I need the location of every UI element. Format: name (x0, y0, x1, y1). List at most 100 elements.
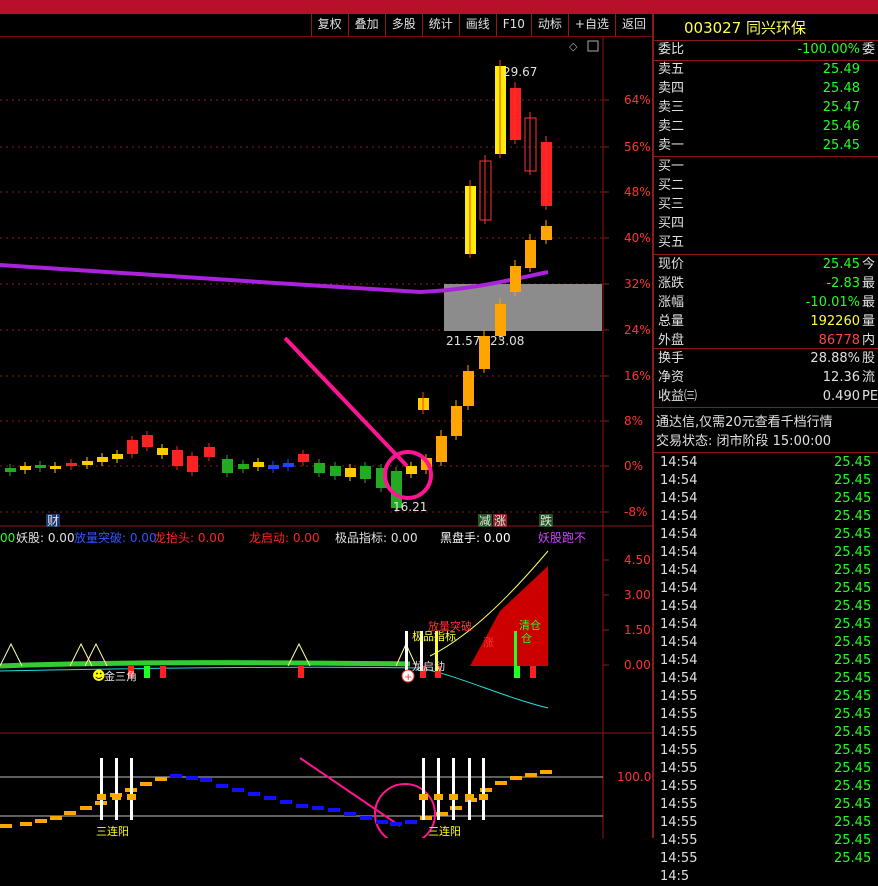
bottom-step (510, 776, 522, 780)
bottom-step (280, 800, 292, 804)
bottom-step (80, 806, 92, 810)
low-price-label: 16.21 (393, 500, 427, 514)
stat2-row: 收益㈢ 0.490 PE (658, 389, 878, 404)
tick-row: 14:5 (660, 869, 690, 884)
bottom-step (0, 824, 12, 828)
tick-row: 14:55 25.45 (660, 743, 872, 758)
bottom-step (405, 820, 417, 824)
three-up-label-2: 三连阳 (428, 825, 461, 838)
tick-row: 14:55 25.45 (660, 779, 872, 794)
pct-axis-tick: 56% (624, 140, 651, 154)
stat-row: 涨跌 -2.83 最 (658, 276, 876, 291)
toolbar-add-watchlist-button[interactable]: +自选 (567, 14, 615, 36)
pct-axis-tick: 48% (624, 185, 651, 199)
diamond-icon[interactable]: ◇ (569, 40, 578, 53)
bid-row: 买五 (658, 235, 685, 250)
bottom-step (480, 788, 492, 792)
pink-arrow-line (283, 336, 409, 468)
gap-low-label: 21.57 (446, 334, 480, 348)
bottom-step (420, 816, 432, 820)
window-icon[interactable] (587, 40, 599, 52)
indicator-header-item: 龙抬头: 0.00 (154, 531, 225, 545)
bottom-step (264, 796, 276, 800)
notice-text[interactable]: 通达信,仅需20元查看千档行情 (656, 414, 878, 432)
bid-row: 买四 (658, 216, 685, 231)
bottom-step (525, 773, 537, 777)
ask-row: 卖二 25.46 (658, 119, 860, 134)
indicator-bar (144, 666, 150, 678)
ask-row: 卖五 25.49 (658, 62, 860, 77)
bottom-stick-cap (419, 794, 428, 800)
toolbar-f10-button[interactable]: F10 (495, 14, 531, 36)
indicator-header-item: 放量突破: 0.00 (74, 530, 157, 545)
title-bar (0, 0, 878, 14)
bottom-step (200, 778, 212, 782)
limit-down-marker[interactable]: 跌 (540, 513, 552, 528)
toolbar-draw-line-button[interactable]: 画线 (458, 14, 496, 36)
limit-up-marker[interactable]: 涨 (494, 513, 506, 528)
toolbar-restore-rights-button[interactable]: 复权 (310, 14, 348, 36)
bottom-stick-cap (112, 794, 121, 800)
indicator-axis-tick: 1.50 (624, 623, 651, 637)
purple-ma-line (0, 263, 549, 295)
bottom-step (35, 819, 47, 823)
indicator-bar (298, 666, 304, 678)
bottom-step (232, 788, 244, 792)
gap-high-label: 23.08 (490, 334, 524, 348)
bottom-step (328, 808, 340, 812)
tick-row: 14:54 25.45 (660, 581, 872, 596)
tick-row: 14:54 25.45 (660, 653, 872, 668)
bottom-step (155, 777, 167, 781)
bottom-step (186, 776, 198, 780)
tick-row: 14:54 25.45 (660, 599, 872, 614)
ask-row: 卖一 25.45 (658, 138, 860, 153)
quote-panel: 003027 同兴环保 委比 -100.00% 委 卖五 25.49 卖四 25.48… (652, 14, 878, 884)
toolbar-dynamic-mark-button[interactable]: 动标 (530, 14, 568, 36)
bottom-step (390, 822, 402, 826)
reduce-marker[interactable]: 减 (479, 514, 491, 528)
indicator-red-area (470, 566, 548, 666)
bottom-stick-cap (465, 794, 474, 800)
pct-axis-tick: 16% (624, 369, 651, 383)
stat-row: 总量 192260 量 (658, 314, 876, 329)
limit-up-ind-label: 涨 (483, 636, 494, 649)
plus-icon: + (404, 672, 412, 683)
bid-row: 买三 (658, 197, 685, 212)
indicator-header-item: 龙启动: 0.00 (249, 531, 320, 545)
bottom-step (248, 792, 260, 796)
bottom-axis-tick: 100.0 (617, 770, 651, 784)
indicator-axis-tick: 3.00 (624, 588, 651, 602)
bottom-step (296, 804, 308, 808)
indicator-stick (514, 631, 517, 671)
bottom-step (20, 822, 32, 826)
triangle-mark (0, 642, 23, 667)
pct-axis-tick: 32% (624, 277, 651, 291)
indicator-header-item: 00 (0, 531, 15, 545)
indicator-bar (160, 666, 166, 678)
toolbar-multi-stock-button[interactable]: 多股 (384, 14, 422, 36)
toolbar-statistics-button[interactable]: 统计 (421, 14, 459, 36)
bottom-step (376, 820, 388, 824)
bottom-stick-cap (434, 794, 443, 800)
indicator-header-item: 妖股: 0.00 (16, 531, 75, 545)
bottom-step (495, 781, 507, 785)
tick-row: 14:55 25.45 (660, 761, 872, 776)
tick-row: 14:54 25.45 (660, 509, 872, 524)
bottom-stick (482, 758, 485, 820)
toolbar-overlay-button[interactable]: 叠加 (347, 14, 385, 36)
bottom-stick (100, 758, 103, 820)
high-price-label: 29.67 (503, 65, 537, 79)
bottom-stick (437, 758, 440, 820)
stat2-row: 净资 12.36 流 (658, 370, 876, 385)
bottom-step (344, 812, 356, 816)
toolbar-back-button[interactable]: 返回 (614, 14, 652, 36)
bid-row: 买二 (658, 178, 685, 193)
indicator-header-item: 妖股跑不 (538, 531, 586, 545)
finance-marker[interactable]: 财 (47, 514, 59, 528)
pct-axis-tick: 8% (624, 414, 643, 428)
clear-label: 清仓 (519, 618, 541, 632)
kline-chart-area[interactable]: 64% 56% 48% 40% 32% 24% 16% 8% 0% -8% ◇ 29.67 16.… (0, 36, 652, 838)
bottom-stick (115, 758, 118, 820)
bottom-stick-cap (97, 794, 106, 800)
ask-row: 卖四 25.48 (658, 81, 860, 96)
